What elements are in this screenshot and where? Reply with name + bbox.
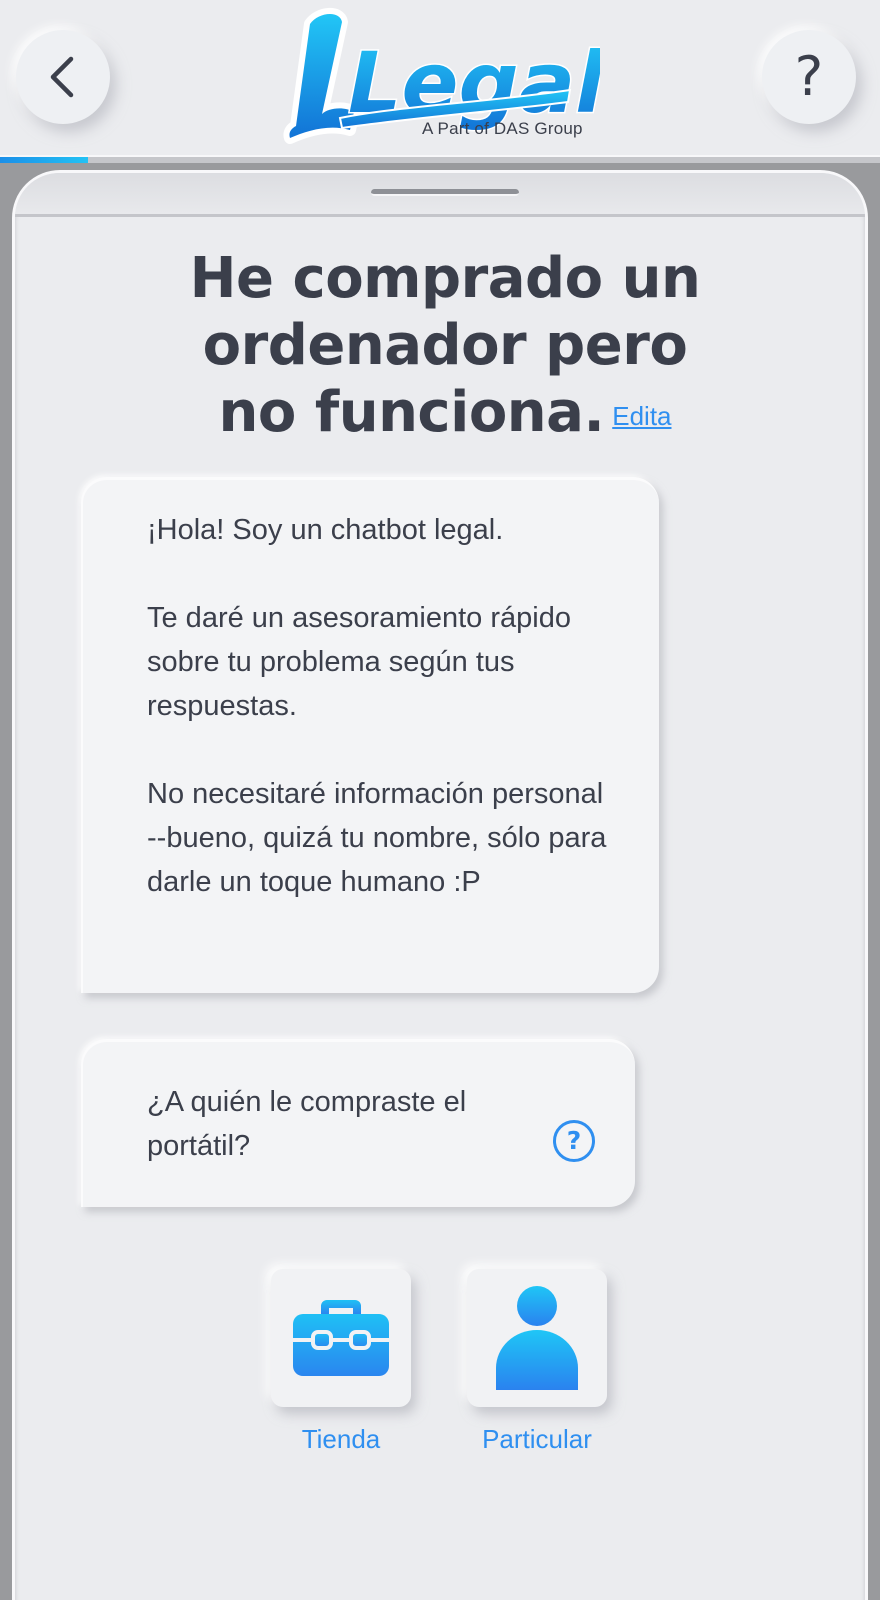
chatbot-intro-message: ¡Hola! Soy un chatbot legal. Te daré un …	[81, 477, 659, 993]
help-button[interactable]: ?	[762, 30, 856, 124]
question-text: ¿A quién le compraste el portátil?	[147, 1086, 467, 1162]
title-line-2: ordenador pero	[202, 313, 688, 378]
option-tile[interactable]	[467, 1269, 607, 1407]
briefcase-icon	[293, 1300, 389, 1376]
intro-paragraph-3: No necesitaré información personal --bue…	[147, 778, 607, 898]
sheet-top-bar	[15, 173, 865, 217]
question-mark-icon: ?	[794, 45, 824, 108]
chevron-left-icon	[50, 56, 74, 98]
question-circle-icon[interactable]: ?	[553, 1120, 595, 1162]
option-particular[interactable]: Particular	[467, 1269, 607, 1455]
option-tile[interactable]	[271, 1269, 411, 1407]
header: Legally A Part of DAS Group ?	[0, 0, 880, 163]
back-button[interactable]	[16, 30, 110, 124]
title-line-1: He comprado un	[189, 246, 701, 311]
intro-paragraph-2: Te daré un asesoramiento rápido sobre tu…	[147, 602, 571, 722]
logo-subtitle: A Part of DAS Group	[422, 119, 583, 138]
option-tienda[interactable]: Tienda	[271, 1269, 411, 1455]
content-sheet: He comprado un ordenador pero no funcion…	[12, 170, 868, 1600]
chatbot-question-message: ¿A quién le compraste el portátil? ?	[81, 1039, 635, 1207]
person-icon	[496, 1286, 578, 1390]
progress-fill	[0, 157, 88, 163]
intro-paragraph-1: ¡Hola! Soy un chatbot legal.	[147, 514, 504, 546]
app-screen: Legally A Part of DAS Group ? He comprad…	[0, 0, 880, 1600]
progress-bar	[0, 155, 880, 163]
drag-handle[interactable]	[371, 189, 519, 196]
edit-link[interactable]: Edita	[612, 401, 671, 431]
option-label: Tienda	[301, 1424, 381, 1454]
title-line-3: no funciona.	[218, 380, 605, 445]
page-title: He comprado un ordenador pero no funcion…	[105, 245, 785, 450]
option-label: Particular	[482, 1424, 592, 1454]
